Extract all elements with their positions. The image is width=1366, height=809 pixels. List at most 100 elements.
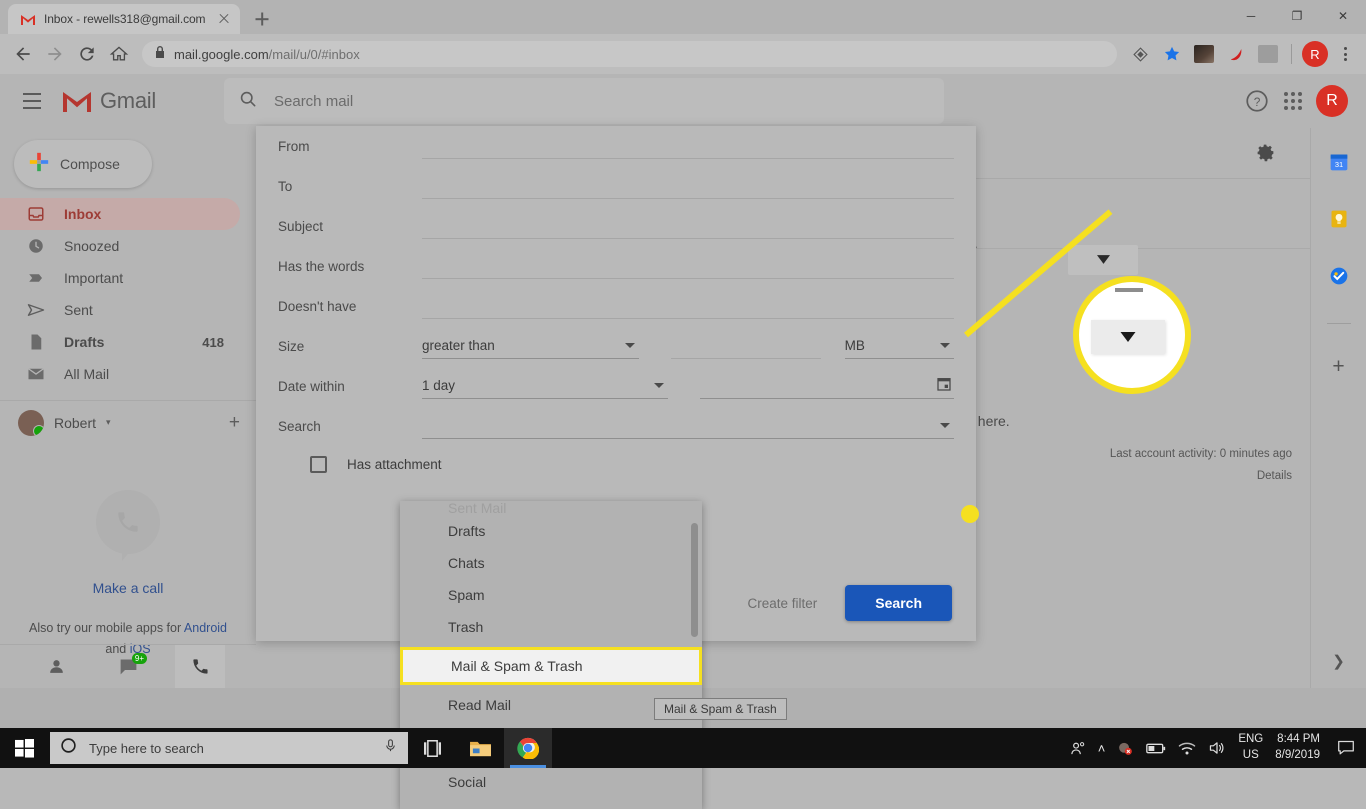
search-input[interactable]: Search mail xyxy=(224,78,944,124)
sidebar-item-important[interactable]: Important xyxy=(0,262,240,294)
battery-icon[interactable] xyxy=(1146,742,1166,755)
cortana-circle-icon xyxy=(60,737,77,759)
close-icon[interactable] xyxy=(216,11,232,27)
window-controls: ─ ❐ ✕ xyxy=(1228,0,1366,32)
to-input[interactable] xyxy=(422,173,954,199)
microphone-icon[interactable] xyxy=(383,738,398,758)
menu-scrollbar[interactable] xyxy=(691,523,698,637)
size-amount-input[interactable] xyxy=(671,333,821,359)
browser-tab[interactable]: Inbox - rewells318@gmail.com - xyxy=(8,4,240,34)
browser-toolbar: mail.google.com/mail/u/0/#inbox R xyxy=(0,34,1366,74)
toolbar-right-icons: R xyxy=(1125,39,1358,69)
extension-red-icon[interactable] xyxy=(1221,39,1251,69)
search-scope-select[interactable] xyxy=(422,413,954,439)
home-icon[interactable] xyxy=(104,39,134,69)
menu-item-sent-mail[interactable]: Sent Mail xyxy=(400,501,702,515)
plus-icon xyxy=(28,151,50,178)
mail-tab-dropdown-button[interactable] xyxy=(1068,245,1138,275)
gear-icon[interactable] xyxy=(1255,142,1276,168)
expand-rail-icon[interactable]: ❯ xyxy=(1332,652,1345,670)
hangouts-user-row[interactable]: Robert ▾ + xyxy=(0,400,256,444)
avatar[interactable]: R xyxy=(1316,85,1348,117)
sidebar-item-sent[interactable]: Sent xyxy=(0,294,240,326)
reload-icon[interactable] xyxy=(72,39,102,69)
close-window-button[interactable]: ✕ xyxy=(1320,0,1366,32)
menu-item-drafts[interactable]: Drafts xyxy=(400,515,702,547)
chevron-down-icon[interactable]: ▾ xyxy=(106,417,111,428)
has-attachment-label: Has attachment xyxy=(347,457,442,472)
menu-item-chats[interactable]: Chats xyxy=(400,547,702,579)
task-view-icon[interactable] xyxy=(408,728,456,768)
has-attachment-checkbox[interactable] xyxy=(310,456,327,473)
sidebar-item-snoozed[interactable]: Snoozed xyxy=(0,230,240,262)
forward-icon[interactable] xyxy=(40,39,70,69)
extension-gray-icon[interactable] xyxy=(1253,39,1283,69)
sidebar-item-inbox[interactable]: Inbox xyxy=(0,198,240,230)
chrome-profile-avatar[interactable]: R xyxy=(1300,39,1330,69)
menu-item-mail-spam-trash[interactable]: Mail & Spam & Trash xyxy=(400,647,702,685)
activity-details-link[interactable]: Details xyxy=(1110,466,1292,488)
address-bar[interactable]: mail.google.com/mail/u/0/#inbox xyxy=(142,41,1117,67)
search-row-size: Size greater than MB xyxy=(256,326,976,366)
clock[interactable]: 8:44 PM 8/9/2019 xyxy=(1275,732,1320,763)
language-indicator[interactable]: ENG US xyxy=(1238,732,1263,763)
from-input[interactable] xyxy=(422,133,954,159)
volume-icon[interactable] xyxy=(1208,740,1226,756)
field-label: Doesn't have xyxy=(278,299,422,314)
menu-item-trash[interactable]: Trash xyxy=(400,611,702,643)
google-keep-icon[interactable] xyxy=(1329,209,1349,234)
chrome-menu-icon[interactable] xyxy=(1332,41,1358,67)
taskbar-search-box[interactable]: Type here to search xyxy=(50,732,408,764)
file-explorer-icon[interactable] xyxy=(456,728,504,768)
search-button[interactable]: Search xyxy=(845,585,952,621)
create-filter-button[interactable]: Create filter xyxy=(748,596,818,611)
doesnt-have-input[interactable] xyxy=(422,293,954,319)
search-row-has-words: Has the words xyxy=(256,246,976,286)
menu-item-social[interactable]: Social xyxy=(400,766,702,798)
clock-date: 8/9/2019 xyxy=(1275,748,1320,764)
hangouts-calls-tab[interactable] xyxy=(175,645,225,688)
minimize-button[interactable]: ─ xyxy=(1228,0,1274,32)
notification-icon[interactable] xyxy=(1332,728,1360,768)
add-contact-button[interactable]: + xyxy=(229,413,240,432)
help-icon[interactable]: ? xyxy=(1244,88,1270,114)
main-menu-icon[interactable] xyxy=(8,77,56,125)
inbox-icon xyxy=(26,204,46,224)
windows-start-icon[interactable] xyxy=(0,728,48,768)
compose-button[interactable]: Compose xyxy=(14,140,152,188)
svg-text:31: 31 xyxy=(1334,160,1342,169)
date-range-select[interactable]: 1 day xyxy=(422,373,668,399)
extension-photo-icon[interactable] xyxy=(1189,39,1219,69)
hangouts-contacts-tab[interactable] xyxy=(31,645,81,688)
show-hidden-icons-chevron[interactable]: ˄ xyxy=(1098,741,1106,756)
overflow-status-icon[interactable] xyxy=(1117,740,1134,757)
has-words-input[interactable] xyxy=(422,253,954,279)
size-operator-select[interactable]: greater than xyxy=(422,333,639,359)
google-tasks-icon[interactable] xyxy=(1329,266,1349,291)
android-link[interactable]: Android xyxy=(184,621,227,635)
people-icon[interactable] xyxy=(1069,740,1086,757)
wifi-icon[interactable] xyxy=(1178,741,1196,756)
back-icon[interactable] xyxy=(8,39,38,69)
google-calendar-icon[interactable]: 31 xyxy=(1329,152,1349,177)
add-addon-button[interactable]: + xyxy=(1332,356,1344,377)
make-a-call-link[interactable]: Make a call xyxy=(0,580,256,596)
date-input[interactable] xyxy=(700,373,954,399)
search-dialog-actions: Create filter Search xyxy=(748,585,952,621)
google-chrome-icon[interactable] xyxy=(504,728,552,768)
hangouts-conversations-tab[interactable]: 9+ xyxy=(103,645,153,688)
sync-diamond-icon[interactable] xyxy=(1125,39,1155,69)
size-unit-select[interactable]: MB xyxy=(845,333,954,359)
apps-grid-icon[interactable] xyxy=(1284,92,1302,110)
gmail-page: Gmail Search mail ? R xyxy=(0,74,1366,688)
maximize-button[interactable]: ❐ xyxy=(1274,0,1320,32)
lock-icon xyxy=(154,45,166,64)
sidebar-item-all-mail[interactable]: All Mail xyxy=(0,358,240,390)
gmail-logo-text: Gmail xyxy=(100,88,156,114)
sidebar-item-drafts[interactable]: Drafts 418 xyxy=(0,326,240,358)
calendar-icon[interactable] xyxy=(936,376,952,395)
bookmark-star-icon[interactable] xyxy=(1157,39,1187,69)
new-tab-button[interactable] xyxy=(248,5,276,33)
subject-input[interactable] xyxy=(422,213,954,239)
menu-item-spam[interactable]: Spam xyxy=(400,579,702,611)
